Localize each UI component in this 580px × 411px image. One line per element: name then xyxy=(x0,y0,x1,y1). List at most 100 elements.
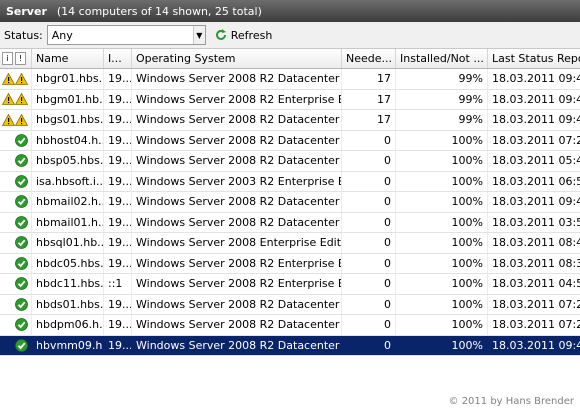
header-status-icons[interactable]: i ! xyxy=(0,49,32,68)
cell-ip: 19... xyxy=(104,110,132,130)
warning-column-icon: ! xyxy=(15,52,26,65)
chevron-down-icon[interactable]: ▼ xyxy=(192,26,205,44)
refresh-button[interactable]: Refresh xyxy=(212,25,275,45)
table-row[interactable]: isa.hbsoft.i... 19... Windows Server 2003 … xyxy=(0,171,580,192)
table-row[interactable]: hbds01.hbs... 19... Windows Server 2008 R2… xyxy=(0,294,580,315)
cell-os: Windows Server 2008 R2 Datacenter Editio… xyxy=(132,151,342,171)
cell-name: hbgs01.hbs... xyxy=(32,110,104,130)
cell-ip: 19... xyxy=(104,69,132,89)
cell-os: Windows Server 2008 R2 Datacenter Editio… xyxy=(132,335,342,355)
cell-ip: 19... xyxy=(104,233,132,253)
header-name[interactable]: Name xyxy=(32,49,104,68)
cell-ip: 19... xyxy=(104,151,132,171)
cell-last-status: 18.03.2011 03:52 xyxy=(492,215,580,229)
cell-needed: 17 xyxy=(342,89,396,109)
cell-os: Windows Server 2008 R2 Datacenter Editio… xyxy=(132,212,342,232)
check-icon xyxy=(0,151,32,171)
cell-last-status: 18.03.2011 08:33 xyxy=(492,256,580,270)
cell-last-status: 18.03.2011 09:43 xyxy=(492,338,580,352)
cell-needed: 0 xyxy=(342,294,396,314)
cell-installed: 100% xyxy=(396,253,488,273)
header-needed[interactable]: Neede... xyxy=(342,49,396,68)
cell-ip: 19... xyxy=(104,212,132,232)
cell-ip: 19... xyxy=(104,192,132,212)
cell-needed: 0 xyxy=(342,212,396,232)
status-label: Status: xyxy=(4,28,43,42)
table-row[interactable]: hbdc11.hbs...::1 Windows Server 2008 R2 E… xyxy=(0,274,580,295)
cell-name: hbmail02.h... xyxy=(32,192,104,212)
cell-name: hbsp05.hbs... xyxy=(32,151,104,171)
check-icon xyxy=(0,294,32,314)
header-installed[interactable]: Installed/Not ... xyxy=(396,49,488,68)
cell-installed: 100% xyxy=(396,171,488,191)
warning-icon xyxy=(0,89,32,109)
warning-icon xyxy=(0,69,32,89)
table-row[interactable]: hbsp05.hbs... 19... Windows Server 2008 R2… xyxy=(0,151,580,172)
cell-name: hbsql01.hb... xyxy=(32,233,104,253)
cell-ip: 19... xyxy=(104,315,132,335)
cell-last-status: 18.03.2011 05:48 xyxy=(492,154,580,168)
table-row[interactable]: hbgr01.hbs... 19... Windows Server 2008 R2… xyxy=(0,69,580,90)
cell-os: Windows Server 2008 R2 Datacenter Editio… xyxy=(132,315,342,335)
table-row[interactable]: hbhost04.h... 19... Windows Server 2008 R2… xyxy=(0,130,580,151)
table-row[interactable]: hbgs01.hbs... 19... Windows Server 2008 R2… xyxy=(0,110,580,131)
check-icon xyxy=(0,192,32,212)
cell-installed: 100% xyxy=(396,294,488,314)
cell-name: hbdc05.hbs... xyxy=(32,253,104,273)
cell-needed: 0 xyxy=(342,192,396,212)
table-row[interactable]: hbmail02.h... 19... Windows Server 2008 R2… xyxy=(0,192,580,213)
cell-last-status: 18.03.2011 07:22 xyxy=(492,297,580,311)
cell-last-status: 18.03.2011 07:20 xyxy=(492,133,580,147)
check-icon xyxy=(0,253,32,273)
cell-last-status: 18.03.2011 09:49 xyxy=(492,113,580,127)
table-row[interactable]: hbdc05.hbs... 19... Windows Server 2008 R2… xyxy=(0,253,580,274)
cell-name: hbdpm06.h... xyxy=(32,315,104,335)
table-row[interactable]: hbgm01.hb... 19... Windows Server 2008 R2 … xyxy=(0,89,580,110)
cell-os: Windows Server 2008 R2 Datacenter Editio… xyxy=(132,294,342,314)
status-value: Any xyxy=(51,28,73,42)
cell-last-status: 18.03.2011 08:46 xyxy=(492,236,580,250)
cell-needed: 17 xyxy=(342,69,396,89)
cell-installed: 100% xyxy=(396,274,488,294)
cell-ip: 19... xyxy=(104,89,132,109)
cell-os: Windows Server 2008 Enterprise Edition (… xyxy=(132,233,342,253)
cell-os: Windows Server 2008 R2 Datacenter Editio… xyxy=(132,130,342,150)
cell-installed: 100% xyxy=(396,335,488,355)
cell-installed: 100% xyxy=(396,130,488,150)
cell-needed: 0 xyxy=(342,233,396,253)
cell-os: Windows Server 2008 R2 Enterprise Editio… xyxy=(132,274,342,294)
check-icon xyxy=(0,212,32,232)
check-icon xyxy=(0,130,32,150)
cell-os: Windows Server 2008 R2 Datacenter Editio… xyxy=(132,110,342,130)
cell-name: hbgm01.hb... xyxy=(32,89,104,109)
cell-needed: 17 xyxy=(342,110,396,130)
cell-installed: 100% xyxy=(396,212,488,232)
cell-name: hbhost04.h... xyxy=(32,130,104,150)
table-row[interactable]: hbdpm06.h... 19... Windows Server 2008 R2 … xyxy=(0,315,580,336)
cell-last-status: 18.03.2011 09:44 xyxy=(492,195,580,209)
cell-last-status: 18.03.2011 06:54 xyxy=(492,174,580,188)
cell-last-status: 18.03.2011 09:46 xyxy=(492,72,580,86)
cell-name: isa.hbsoft.i... xyxy=(32,171,104,191)
cell-os: Windows Server 2003 R2 Enterprise Editio… xyxy=(132,171,342,191)
cell-last-status: 18.03.2011 07:23 xyxy=(492,318,580,332)
cell-os: Windows Server 2008 R2 Enterprise Editio… xyxy=(132,89,342,109)
cell-ip: 19... xyxy=(104,130,132,150)
table-row[interactable]: hbvmm09.h...19...Windows Server 2008 R2 … xyxy=(0,335,580,356)
table-row[interactable]: hbsql01.hb... 19... Windows Server 2008 En… xyxy=(0,233,580,254)
header-ip[interactable]: I... xyxy=(104,49,132,68)
cell-ip: 19... xyxy=(104,335,132,355)
cell-os: Windows Server 2008 R2 Datacenter Editio… xyxy=(132,192,342,212)
cell-needed: 0 xyxy=(342,171,396,191)
cell-name: hbvmm09.h... xyxy=(32,335,104,355)
cell-installed: 100% xyxy=(396,233,488,253)
header-os[interactable]: Operating System xyxy=(132,49,342,68)
header-last-status[interactable]: Last Status Report xyxy=(488,49,580,68)
table-row[interactable]: hbmail01.h... 19... Windows Server 2008 R2… xyxy=(0,212,580,233)
cell-last-status: 18.03.2011 09:45 xyxy=(492,92,580,106)
check-icon xyxy=(0,335,32,355)
check-icon xyxy=(0,233,32,253)
cell-os: Windows Server 2008 R2 Datacenter Editio… xyxy=(132,69,342,89)
status-dropdown[interactable]: Any ▼ xyxy=(46,25,206,45)
cell-needed: 0 xyxy=(342,130,396,150)
